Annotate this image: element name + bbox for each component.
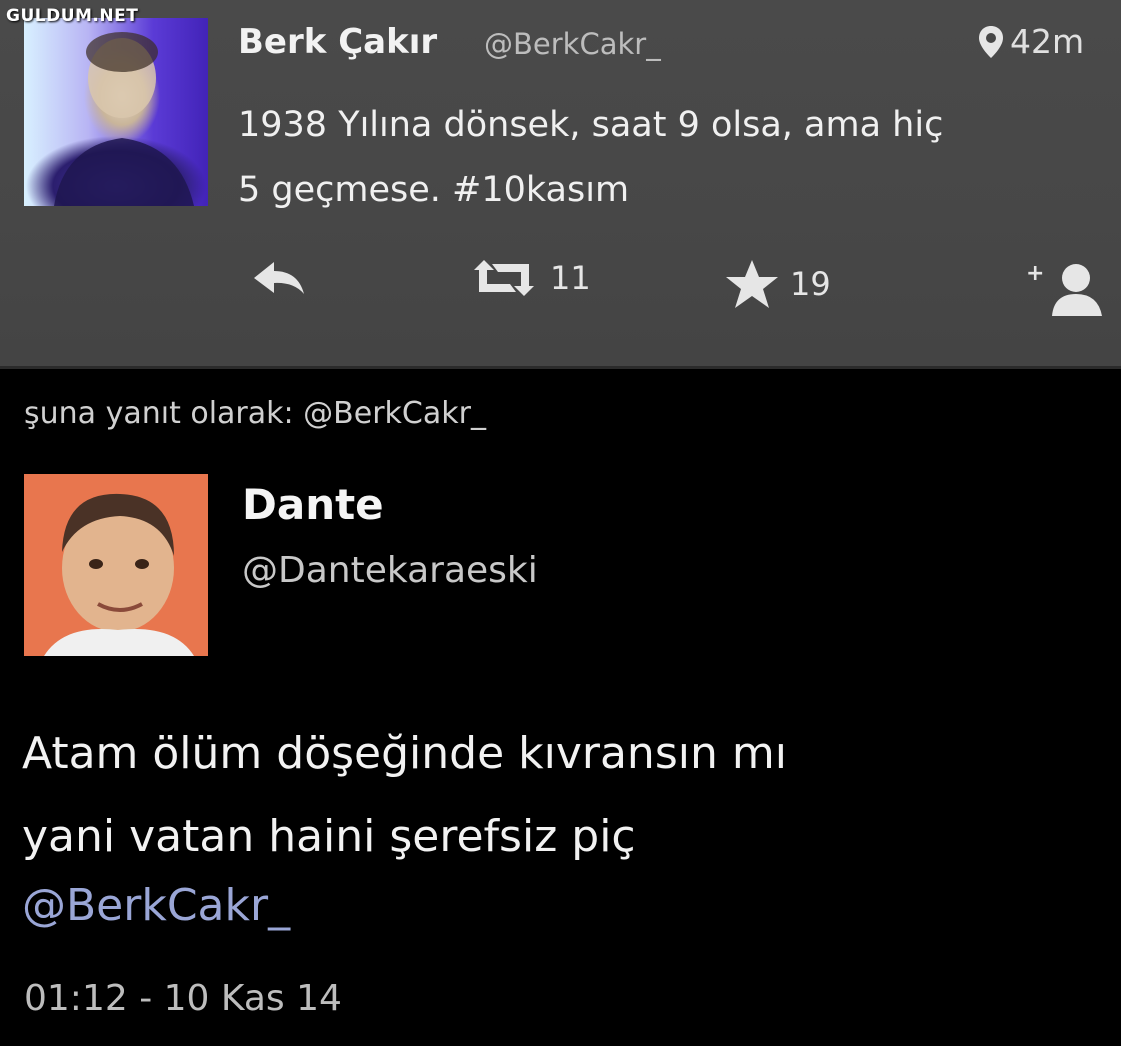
reply-text-line: yani vatan haini şerefsiz piç — [22, 811, 636, 862]
reply-text: Atam ölüm döşeğinde kıvransın mı yani va… — [22, 712, 1102, 878]
follow-button[interactable]: + — [1024, 258, 1114, 318]
location-info: 42m — [978, 22, 1084, 61]
retweet-count: 11 — [550, 259, 591, 297]
tweet-author-handle[interactable]: @BerkCakr_ — [484, 27, 661, 61]
mention-link[interactable]: @BerkCakr_ — [22, 880, 290, 931]
avatar-dante[interactable] — [24, 474, 208, 656]
favorite-count: 19 — [790, 265, 831, 303]
quoted-tweet-card[interactable]: Berk Çakır @BerkCakr_ 42m 1938 Yılına dö… — [0, 0, 1121, 369]
reply-context[interactable]: şuna yanıt olarak: @BerkCakr_ — [24, 396, 486, 431]
tweet-text-line: 5 geçmese. #10kasım — [238, 170, 630, 210]
avatar-berk[interactable] — [24, 18, 208, 206]
reply-text-line: Atam ölüm döşeğinde kıvransın mı — [22, 728, 787, 779]
retweet-button[interactable]: 11 — [468, 258, 591, 298]
reply-icon — [254, 262, 304, 294]
add-user-icon: + — [1026, 261, 1102, 316]
tweet-author-name[interactable]: Berk Çakır — [238, 22, 437, 62]
favorite-button[interactable]: 19 — [724, 258, 831, 310]
reply-author-handle[interactable]: @Dantekaraeski — [242, 550, 538, 591]
location-pin-icon — [979, 25, 1003, 58]
retweet-icon — [474, 260, 534, 296]
reply-button[interactable] — [250, 258, 308, 298]
tweet-text: 1938 Yılına dönsek, saat 9 olsa, ama hiç… — [238, 93, 1118, 223]
watermark-logo: GULDUM.NET — [6, 6, 139, 26]
reply-timestamp: 01:12 - 10 Kas 14 — [24, 978, 342, 1019]
tweet-text-line: 1938 Yılına dönsek, saat 9 olsa, ama hiç — [238, 105, 944, 145]
star-icon — [726, 260, 778, 308]
svg-text:+: + — [1026, 261, 1044, 286]
reply-author-name[interactable]: Dante — [242, 480, 384, 529]
location-distance: 42m — [1010, 22, 1085, 61]
